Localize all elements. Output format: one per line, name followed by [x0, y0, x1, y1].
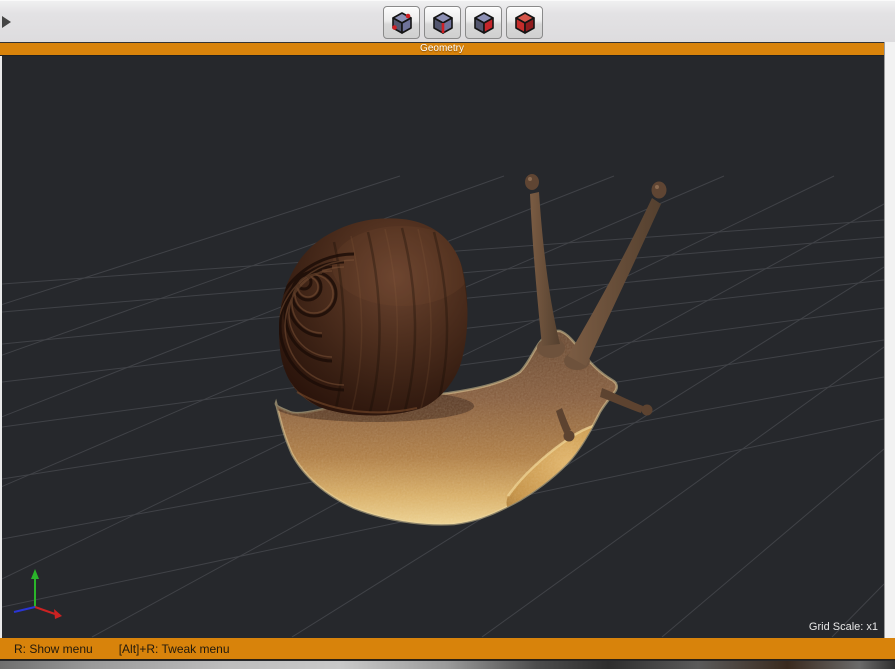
display-mode-edges-button[interactable]	[424, 6, 461, 39]
cube-edges-icon	[432, 11, 453, 34]
xyz-axis-gizmo-icon	[13, 569, 62, 619]
window-bottom-border	[0, 661, 895, 669]
cube-faces-icon	[473, 11, 494, 34]
window-right-border	[884, 42, 895, 638]
panel-expand-arrow-icon[interactable]	[2, 16, 11, 28]
status-bar: R: Show menu [Alt]+R: Tweak menu	[0, 638, 895, 660]
status-hint-show-menu: R: Show menu	[14, 641, 93, 656]
display-mode-solid-button[interactable]	[506, 6, 543, 39]
snail-model[interactable]	[257, 174, 667, 536]
cube-vertices-icon	[391, 11, 412, 34]
top-toolbar	[0, 0, 895, 42]
viewport-canvas	[2, 174, 884, 638]
display-mode-vertices-button[interactable]	[383, 6, 420, 39]
status-hint-tweak-menu: [Alt]+R: Tweak menu	[118, 641, 230, 656]
viewport-3d[interactable]: Grid Scale: x1	[2, 56, 884, 638]
grid-scale-label: Grid Scale: x1	[808, 621, 878, 633]
display-mode-faces-button[interactable]	[465, 6, 502, 39]
cube-solid-icon	[514, 11, 535, 34]
display-mode-buttons	[383, 6, 543, 39]
app-window: Geometry Grid Scale: x1 R: Show menu [Al…	[0, 0, 895, 669]
geometry-panel-header: Geometry	[0, 42, 884, 56]
geometry-panel-title: Geometry	[420, 43, 464, 54]
